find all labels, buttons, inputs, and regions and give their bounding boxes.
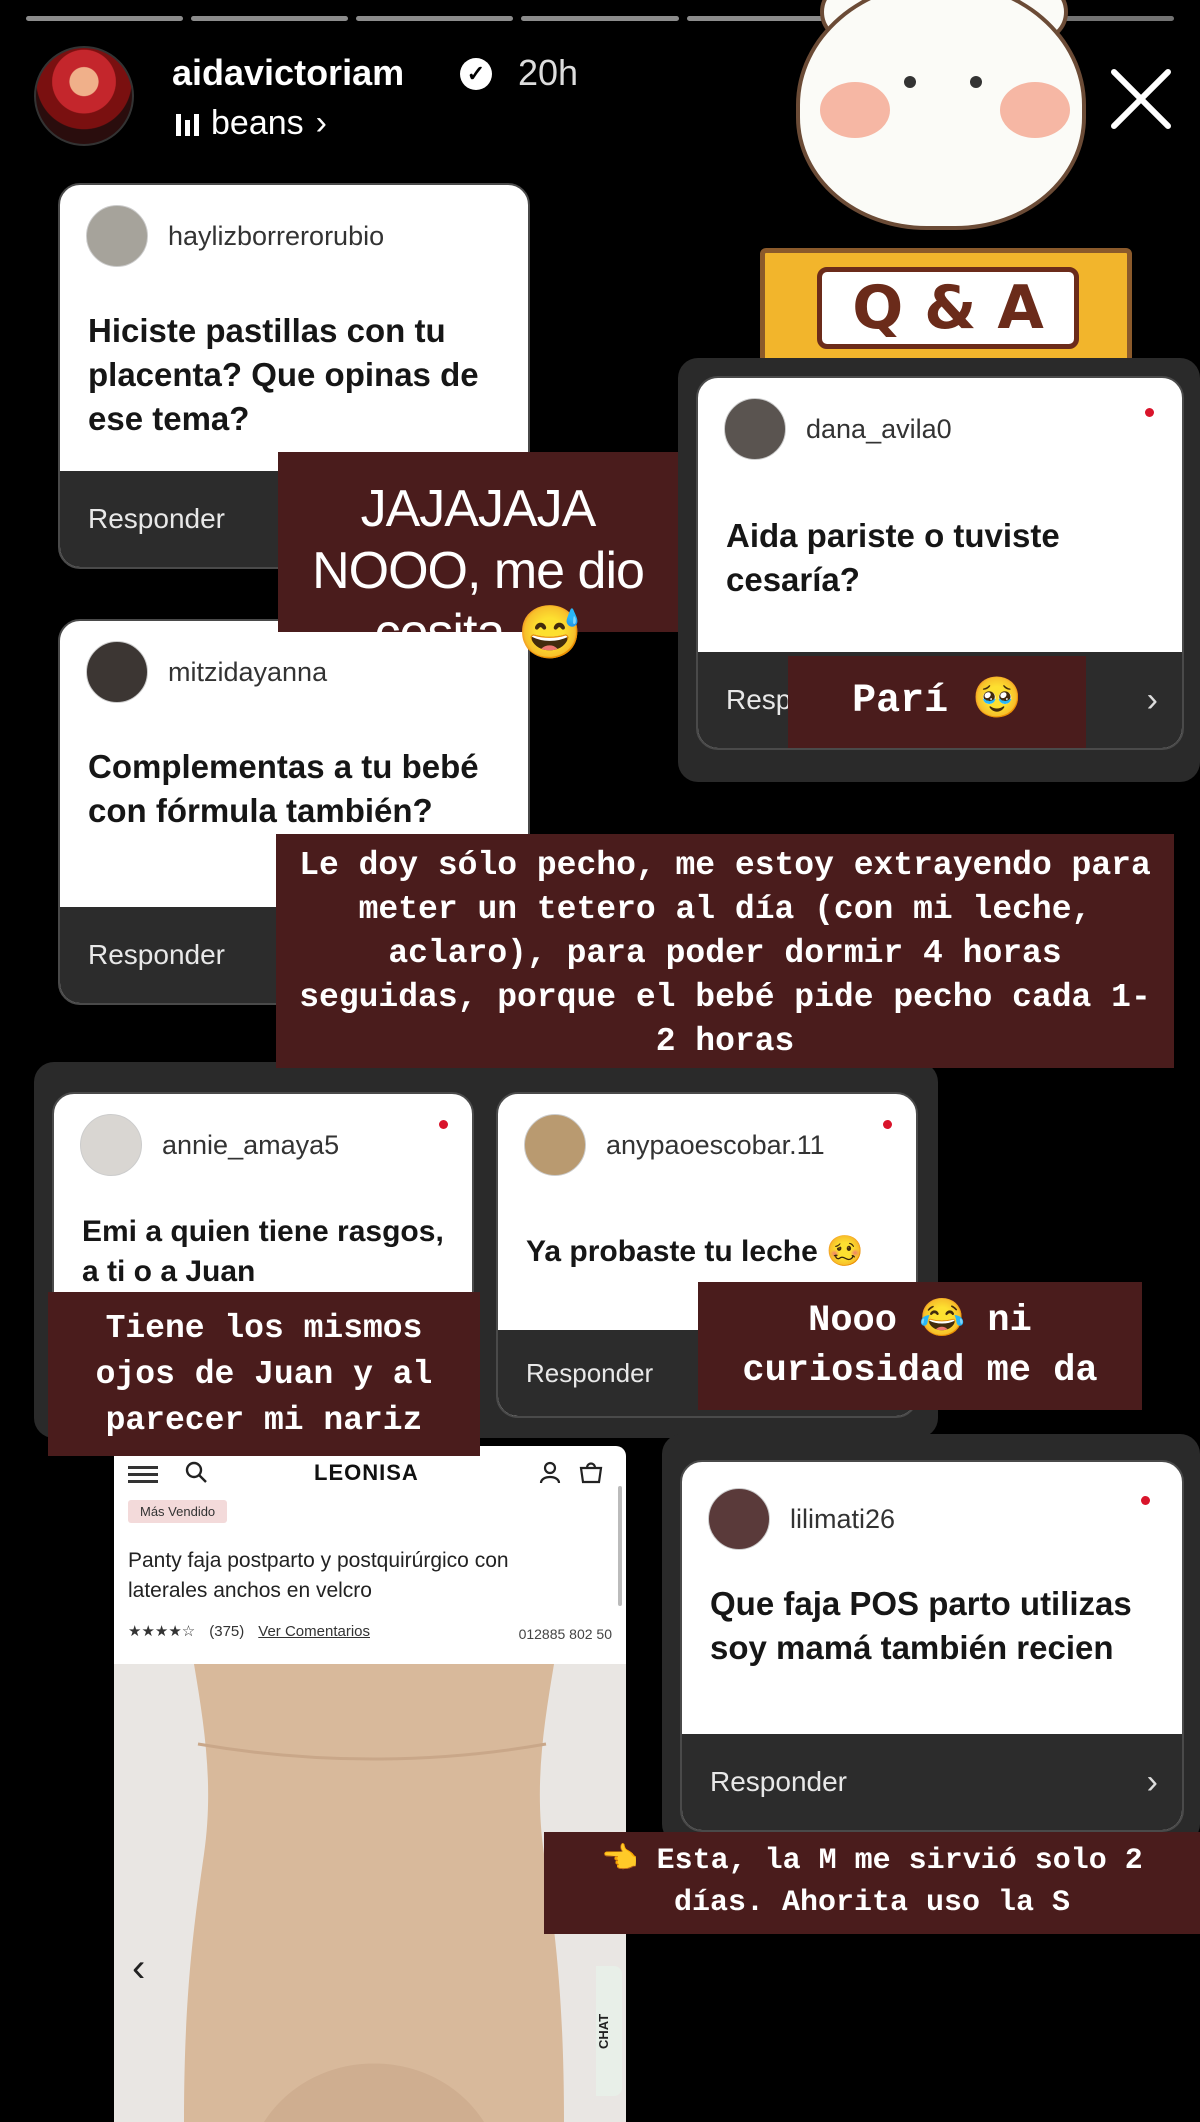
chat-tab[interactable]: CHAT	[596, 1966, 622, 2096]
question-text: Ya probaste tu leche 🥴	[526, 1235, 864, 1268]
reviews-link[interactable]: Ver Comentarios	[258, 1623, 370, 1640]
bear-eye	[904, 76, 916, 88]
asker-avatar	[724, 398, 786, 460]
unread-dot	[883, 1120, 892, 1129]
asker-avatar	[524, 1114, 586, 1176]
reply-label: Responder	[710, 1766, 847, 1797]
qa-label: Q & A	[817, 267, 1079, 349]
progress-segment	[191, 16, 349, 21]
music-bars-icon	[176, 112, 199, 136]
music-attribution[interactable]: beans ›	[176, 104, 327, 143]
review-count: (375)	[209, 1622, 245, 1640]
asker-name: dana_avila0	[806, 413, 952, 444]
asker-avatar	[708, 1488, 770, 1550]
asker-name: haylizborrerorubio	[168, 220, 385, 251]
asker: lilimati26	[708, 1488, 895, 1550]
reply-button[interactable]: Responder ›	[682, 1734, 1182, 1830]
question-text: Aida pariste o tuviste cesaría?	[726, 517, 1060, 598]
scrollbar[interactable]	[618, 1486, 622, 1606]
product-screenshot: LEONISA Más Vendido Panty faja postparto…	[114, 1446, 626, 2122]
asker-name: lilimati26	[790, 1503, 896, 1534]
asker-avatar	[80, 1114, 142, 1176]
post-time: 20h	[518, 52, 579, 93]
music-title: beans	[211, 104, 304, 142]
product-title: Panty faja postparto y postquirúrgico co…	[128, 1549, 509, 1602]
reply-label: Responder	[88, 503, 225, 534]
chevron-right-icon: ›	[1146, 680, 1158, 719]
best-seller-badge: Más Vendido	[128, 1500, 228, 1523]
question-text: Emi a quien tiene rasgos, a ti o a Juan	[82, 1215, 444, 1288]
unread-dot	[1145, 408, 1154, 417]
answer-text: JAJAJAJA NOOO, me dio cosita 😅	[278, 452, 678, 662]
avatar[interactable]	[34, 46, 134, 146]
asker: dana_avila0	[724, 398, 952, 460]
question-card: lilimati26 Que faja POS parto utilizas s…	[680, 1460, 1184, 1832]
answer-text: Parí 🥹	[788, 656, 1086, 748]
answer-text: 👈 Esta, la M me sirvió solo 2 días. Ahor…	[544, 1832, 1200, 1934]
reply-label: Responder	[526, 1357, 654, 1388]
product-sku: 012885 802 50	[518, 1626, 612, 1642]
asker-avatar	[86, 205, 148, 267]
star-rating: ★★★★☆	[128, 1623, 196, 1640]
reply-label: Resp	[726, 684, 792, 715]
bear-cheek	[820, 82, 890, 138]
chevron-right-icon: ›	[1146, 1762, 1158, 1801]
progress-segment	[356, 16, 514, 21]
search-icon[interactable]	[184, 1460, 208, 1484]
question-text: Hiciste pastillas con tu placenta? Que o…	[88, 312, 479, 437]
reply-label: Responder	[88, 939, 225, 970]
asker: anypaoescobar.11	[524, 1114, 825, 1176]
asker: annie_amaya5	[80, 1114, 339, 1176]
bear-head	[796, 0, 1086, 230]
progress-segment	[26, 16, 184, 21]
asker-name: mitzidayanna	[168, 656, 328, 687]
answer-text: Le doy sólo pecho, me estoy extrayendo p…	[276, 834, 1174, 1068]
question-text: Complementas a tu bebé con fórmula tambi…	[88, 748, 479, 829]
progress-segment	[521, 16, 679, 21]
asker: haylizborrerorubio	[86, 205, 384, 267]
verified-badge-icon: ✓	[460, 58, 492, 90]
bear-cheek	[1000, 82, 1070, 138]
qa-sticker: Q & A	[756, 0, 1136, 370]
asker: mitzidayanna	[86, 641, 327, 703]
cart-icon[interactable]	[578, 1460, 604, 1484]
bear-eye	[970, 76, 982, 88]
username[interactable]: aidavictoriam	[172, 52, 404, 94]
question-text: Que faja POS parto utilizas soy mamá tam…	[710, 1585, 1132, 1666]
unread-dot	[1141, 1496, 1150, 1505]
asker-name: anypaoescobar.11	[606, 1129, 825, 1160]
rating-row: ★★★★☆ (375) Ver Comentarios	[128, 1622, 370, 1641]
menu-icon[interactable]	[128, 1466, 158, 1487]
user-icon[interactable]	[538, 1460, 562, 1484]
chevron-right-icon: ›	[315, 104, 327, 142]
answer-text: Tiene los mismos ojos de Juan y al parec…	[48, 1292, 480, 1456]
previous-image-arrow-icon[interactable]: ‹	[132, 1946, 145, 1991]
shop-logo[interactable]: LEONISA	[314, 1460, 419, 1486]
asker-name: annie_amaya5	[162, 1129, 340, 1160]
answer-text: Nooo 😂 ni curiosidad me da	[698, 1282, 1142, 1410]
qa-board: Q & A	[760, 248, 1132, 370]
asker-avatar	[86, 641, 148, 703]
unread-dot	[439, 1120, 448, 1129]
